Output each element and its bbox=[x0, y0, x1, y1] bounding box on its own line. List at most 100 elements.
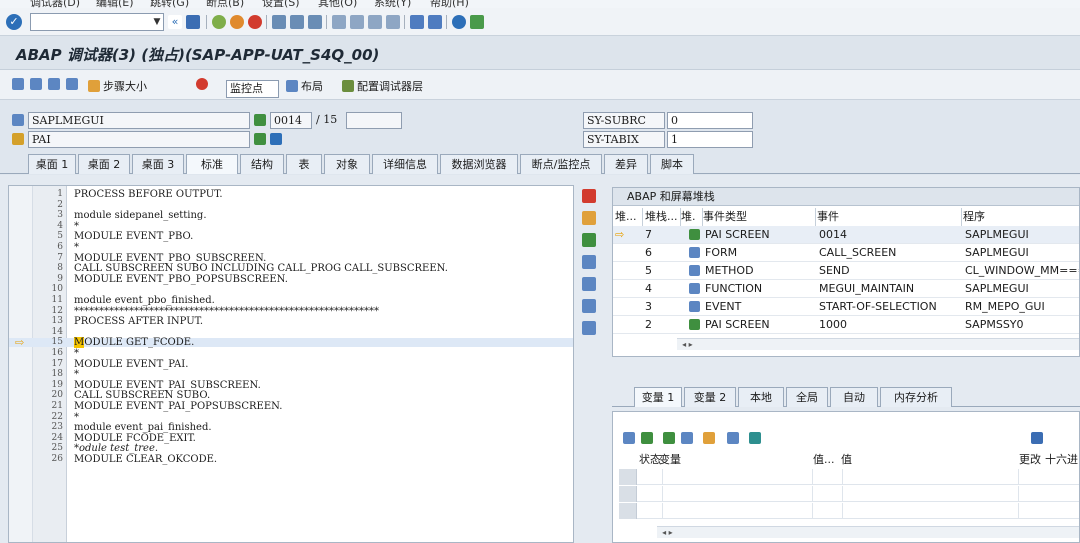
delete-row-icon[interactable] bbox=[623, 432, 635, 444]
code-line[interactable]: 18 * bbox=[9, 370, 573, 380]
menu-debugger[interactable]: 调试器(D) bbox=[30, 0, 80, 8]
services-tool-icon[interactable] bbox=[582, 299, 596, 313]
tab-structure[interactable]: 结构 bbox=[240, 154, 284, 174]
menu-system[interactable]: 系统(Y) bbox=[374, 0, 411, 8]
stop-icon[interactable] bbox=[196, 78, 211, 92]
screen-number-field[interactable]: 0014 bbox=[270, 112, 312, 129]
enter-check-icon[interactable]: ✓ bbox=[6, 14, 22, 30]
col-program[interactable]: 程序 bbox=[963, 208, 1079, 226]
tab-data-explorer[interactable]: 数据浏览器 bbox=[440, 154, 518, 174]
source-code-panel[interactable]: 1 PROCESS BEFORE OUTPUT. 2 3 module sidepane… bbox=[8, 185, 574, 543]
settings-tool-icon[interactable] bbox=[582, 321, 596, 335]
find-icon[interactable] bbox=[290, 15, 304, 29]
exit-icon[interactable] bbox=[230, 15, 244, 29]
close-tool-icon[interactable] bbox=[582, 189, 596, 203]
variable-row[interactable] bbox=[619, 469, 1079, 485]
code-line[interactable]: 5 MODULE EVENT_PBO. bbox=[9, 232, 573, 242]
variable-row[interactable] bbox=[619, 503, 1079, 519]
menu-help[interactable]: 帮助(H) bbox=[430, 0, 469, 8]
save-icon[interactable] bbox=[186, 15, 200, 29]
sy-tabix-value[interactable]: 1 bbox=[667, 131, 753, 148]
stack-row[interactable]: 3 EVENT START-OF-SELECTION RM_MEPO_GUI bbox=[613, 298, 1079, 316]
col-variable[interactable]: 变量 bbox=[659, 452, 779, 468]
menu-breakpoints[interactable]: 断点(B) bbox=[206, 0, 244, 8]
swap-tool-icon[interactable] bbox=[582, 277, 596, 291]
code-line[interactable]: 14 bbox=[9, 327, 573, 337]
layout-button[interactable]: 布局 bbox=[286, 78, 323, 93]
menu-settings[interactable]: 设置(S) bbox=[262, 0, 300, 8]
tab-desktop-1[interactable]: 桌面 1 bbox=[28, 154, 76, 174]
return-icon[interactable] bbox=[48, 78, 63, 92]
sort-icon[interactable] bbox=[703, 432, 715, 444]
code-line[interactable]: 19 MODULE EVENT_PAI_SUBSCREEN. bbox=[9, 380, 573, 390]
code-line[interactable]: 12 **************************************… bbox=[9, 306, 573, 316]
tab-details[interactable]: 详细信息 bbox=[372, 154, 438, 174]
back-double-icon[interactable]: « bbox=[168, 15, 182, 29]
col-event[interactable]: 事件 bbox=[817, 208, 957, 226]
print-icon[interactable] bbox=[272, 15, 286, 29]
next-page-icon[interactable] bbox=[368, 15, 382, 29]
screen-extra-field[interactable] bbox=[346, 112, 402, 129]
event-field[interactable]: PAI bbox=[28, 131, 250, 148]
code-line[interactable]: ⇨ 15 MODULE GET_FCODE. bbox=[9, 337, 573, 349]
variables-horizontal-scrollbar[interactable]: ◂ ▸ bbox=[657, 526, 1079, 538]
tab-desktop-3[interactable]: 桌面 3 bbox=[132, 154, 184, 174]
code-line[interactable]: 4 * bbox=[9, 221, 573, 231]
stack-row[interactable]: 4 FUNCTION MEGUI_MAINTAIN SAPLMEGUI bbox=[613, 280, 1079, 298]
info-icon[interactable] bbox=[270, 133, 282, 145]
replace-tool-icon[interactable] bbox=[582, 233, 596, 247]
stack-row[interactable]: 6 FORM CALL_SCREEN SAPLMEGUI bbox=[613, 244, 1079, 262]
tab-diff[interactable]: 差异 bbox=[604, 154, 648, 174]
menu-other[interactable]: 其他(O) bbox=[318, 0, 357, 8]
code-line[interactable]: 9 MODULE EVENT_PBO_POPSUBSCREEN. bbox=[9, 274, 573, 284]
tab-local[interactable]: 本地 bbox=[738, 387, 784, 407]
code-line[interactable]: 1 PROCESS BEFORE OUTPUT. bbox=[9, 190, 573, 200]
code-line[interactable]: 26 MODULE CLEAR_OKCODE. bbox=[9, 455, 573, 465]
execute-icon[interactable] bbox=[30, 78, 45, 92]
code-line[interactable]: 2 bbox=[9, 200, 573, 210]
variable-row[interactable] bbox=[619, 486, 1079, 502]
tab-script[interactable]: 脚本 bbox=[650, 154, 694, 174]
col-hex[interactable]: 十六进 bbox=[1045, 452, 1079, 468]
tab-desktop-2[interactable]: 桌面 2 bbox=[78, 154, 130, 174]
code-line[interactable]: 25 *odule test_tree. bbox=[9, 444, 573, 454]
code-line[interactable]: 21 MODULE EVENT_PAI_POPSUBSCREEN. bbox=[9, 402, 573, 412]
previous-page-icon[interactable] bbox=[350, 15, 364, 29]
col-stack-flag[interactable]: 堆. bbox=[681, 208, 701, 226]
menu-edit[interactable]: 编辑(E) bbox=[96, 0, 134, 8]
tab-breakpoints[interactable]: 断点/监控点 bbox=[520, 154, 602, 174]
help-icon[interactable] bbox=[452, 15, 466, 29]
col-value-type[interactable]: 值... bbox=[813, 452, 839, 468]
tab-standard[interactable]: 标准 bbox=[186, 154, 238, 174]
code-line[interactable]: 20 CALL SUBSCREEN SUBO. bbox=[9, 391, 573, 401]
stack-row[interactable]: 5 METHOD SEND CL_WINDOW_MM===== bbox=[613, 262, 1079, 280]
tab-memory-analysis[interactable]: 内存分析 bbox=[880, 387, 952, 407]
sy-subrc-value[interactable]: 0 bbox=[667, 112, 753, 129]
program-field[interactable]: SAPLMEGUI bbox=[28, 112, 250, 129]
tab-auto[interactable]: 自动 bbox=[830, 387, 878, 407]
cancel-icon[interactable] bbox=[248, 15, 262, 29]
stack-row[interactable]: ⇨ 7 PAI SCREEN 0014 SAPLMEGUI bbox=[613, 226, 1079, 244]
first-page-icon[interactable] bbox=[332, 15, 346, 29]
code-line[interactable]: 11 module event_pbo_finished. bbox=[9, 296, 573, 306]
code-line[interactable]: 10 bbox=[9, 285, 573, 294]
tab-variables-1[interactable]: 变量 1 bbox=[634, 387, 682, 407]
code-line[interactable]: 17 MODULE EVENT_PAI. bbox=[9, 359, 573, 369]
col-stack-depth[interactable]: 堆栈... bbox=[645, 208, 679, 226]
insert-row-icon[interactable] bbox=[641, 432, 653, 444]
col-status[interactable]: 状态 bbox=[639, 452, 661, 468]
menu-goto[interactable]: 跳转(G) bbox=[150, 0, 189, 8]
code-line[interactable]: 13 PROCESS AFTER INPUT. bbox=[9, 317, 573, 327]
code-line[interactable]: 7 MODULE EVENT_PBO_SUBSCREEN. bbox=[9, 253, 573, 263]
copy-row-icon[interactable] bbox=[681, 432, 693, 444]
code-line[interactable]: 16 * bbox=[9, 349, 573, 359]
tab-variables-2[interactable]: 变量 2 bbox=[684, 387, 736, 407]
tab-objects[interactable]: 对象 bbox=[324, 154, 370, 174]
filter-icon[interactable] bbox=[749, 432, 761, 444]
configure-layer-button[interactable]: 配置调试器层 bbox=[342, 78, 423, 93]
jump-icon[interactable] bbox=[727, 432, 739, 444]
code-line[interactable]: 3 module sidepanel_setting. bbox=[9, 211, 573, 221]
code-line[interactable]: 23 module event_pai_finished. bbox=[9, 423, 573, 433]
command-field[interactable] bbox=[30, 13, 164, 31]
col-stack-level[interactable]: 堆... bbox=[615, 208, 641, 226]
